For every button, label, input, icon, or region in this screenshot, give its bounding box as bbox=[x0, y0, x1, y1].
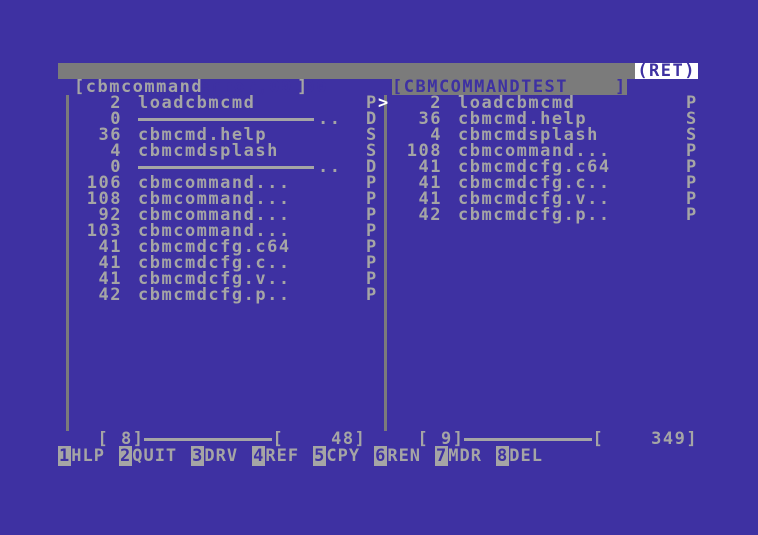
ret-indicator[interactable]: (RET) bbox=[635, 63, 698, 80]
left-panel-footer: [ 8][ 48] bbox=[97, 429, 367, 449]
fkey-label: DEL bbox=[509, 446, 543, 466]
fkey-label: DRV bbox=[204, 446, 239, 466]
directory-line bbox=[138, 117, 314, 121]
fkey-number: 8 bbox=[496, 446, 510, 466]
directory-line bbox=[138, 165, 314, 169]
fkey-number: 6 bbox=[374, 446, 388, 466]
fkey-label: HLP bbox=[71, 446, 105, 466]
file-name-text: .. bbox=[318, 109, 342, 129]
left-panel-border bbox=[66, 95, 69, 431]
fkey-label: CPY bbox=[326, 446, 361, 466]
file-name: cbmcmdcfg.p.. bbox=[138, 285, 291, 305]
panel-divider bbox=[384, 95, 387, 431]
fkey-mdr-button[interactable]: 7MDR bbox=[435, 446, 483, 466]
fkey-number: 7 bbox=[435, 446, 449, 466]
left-file-row[interactable]: 42 cbmcmdcfg.p.. P bbox=[74, 285, 382, 305]
file-name: cbmcmdcfg.p.. bbox=[458, 205, 611, 225]
fkey-ref-button[interactable]: 4REF bbox=[252, 446, 300, 466]
fkey-number: 2 bbox=[118, 446, 133, 466]
footer-divider bbox=[464, 437, 593, 441]
file-name-text: .. bbox=[318, 157, 342, 177]
fkey-label: MDR bbox=[448, 446, 483, 466]
fkey-drv-button[interactable]: 3DRV bbox=[191, 446, 239, 466]
right-panel-footer: [ 9][ 349] bbox=[417, 429, 699, 449]
right-block-count: 349 bbox=[651, 429, 687, 449]
file-type: P bbox=[366, 285, 378, 305]
fkey-number: 3 bbox=[191, 446, 205, 466]
fkey-quit-button[interactable]: 2QUIT bbox=[118, 446, 178, 466]
file-size: 42 bbox=[98, 285, 122, 305]
fkey-cpy-button[interactable]: 5CPY bbox=[313, 446, 361, 466]
fkey-label: QUIT bbox=[132, 446, 178, 466]
fkey-del-button[interactable]: 8DEL bbox=[496, 446, 543, 466]
fkey-number: 1 bbox=[58, 446, 72, 466]
file-size: 42 bbox=[418, 205, 442, 225]
fkey-hlp-button[interactable]: 1HLP bbox=[58, 446, 105, 466]
fkey-number: 4 bbox=[252, 446, 266, 466]
fkey-number: 5 bbox=[313, 446, 327, 466]
function-key-bar: 1HLP 2QUIT 3DRV 4REF 5CPY 6REN 7MDR 8DEL bbox=[58, 446, 557, 466]
fkey-ren-button[interactable]: 6REN bbox=[374, 446, 422, 466]
fkey-label: REN bbox=[387, 446, 422, 466]
right-file-row[interactable]: 42 cbmcmdcfg.p.. P bbox=[394, 205, 702, 225]
fkey-label: REF bbox=[265, 446, 300, 466]
file-type: P bbox=[686, 205, 698, 225]
footer-divider bbox=[144, 437, 273, 441]
